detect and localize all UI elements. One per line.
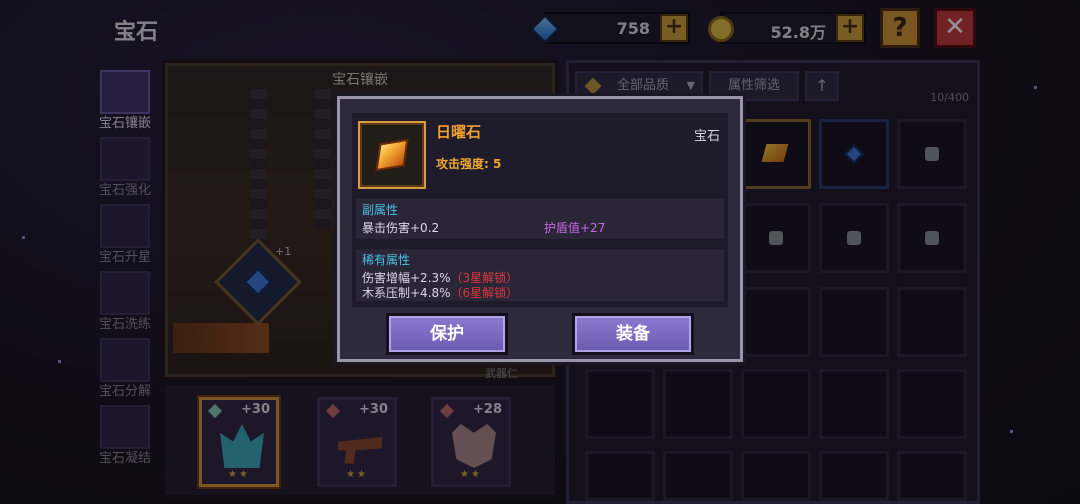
equip-button[interactable]: 装备: [572, 313, 694, 355]
rare-stat-lock: （3星解锁）: [450, 271, 519, 285]
rare-stat-lock: （6星解锁）: [450, 286, 519, 300]
rare-attributes-title: 稀有属性: [362, 253, 411, 267]
gem-detail-popup: 日曜石 宝石 攻击强度: 5 副属性 暴击伤害+0.2 护盾值+27 稀有属性 …: [337, 96, 743, 362]
rare-stat: 木系压制+4.8%（6星解锁）: [362, 284, 518, 301]
gem-main-stat: 攻击强度: 5: [436, 157, 502, 171]
rare-attributes-section: 稀有属性 伤害增幅+2.3%（3星解锁） 木系压制+4.8%（6星解锁）: [356, 249, 724, 301]
sub-attributes-section: 副属性 暴击伤害+0.2 护盾值+27: [356, 199, 724, 239]
rare-stat-text: 木系压制+4.8%: [362, 286, 451, 300]
sun-stone-icon: [375, 138, 409, 172]
gem-detail-body: 日曜石 宝石 攻击强度: 5 副属性 暴击伤害+0.2 护盾值+27 稀有属性 …: [352, 113, 728, 307]
sub-attributes-title: 副属性: [362, 203, 399, 217]
rare-stat-text: 伤害增幅+2.3%: [362, 271, 451, 285]
protect-button[interactable]: 保护: [386, 313, 508, 355]
sub-stat-shield: 护盾值+27: [544, 221, 606, 235]
gem-type: 宝石: [693, 129, 720, 144]
gem-icon-frame: [358, 121, 426, 189]
gem-name: 日曜石: [436, 123, 482, 141]
sub-stat-crit-damage: 暴击伤害+0.2: [362, 221, 440, 235]
